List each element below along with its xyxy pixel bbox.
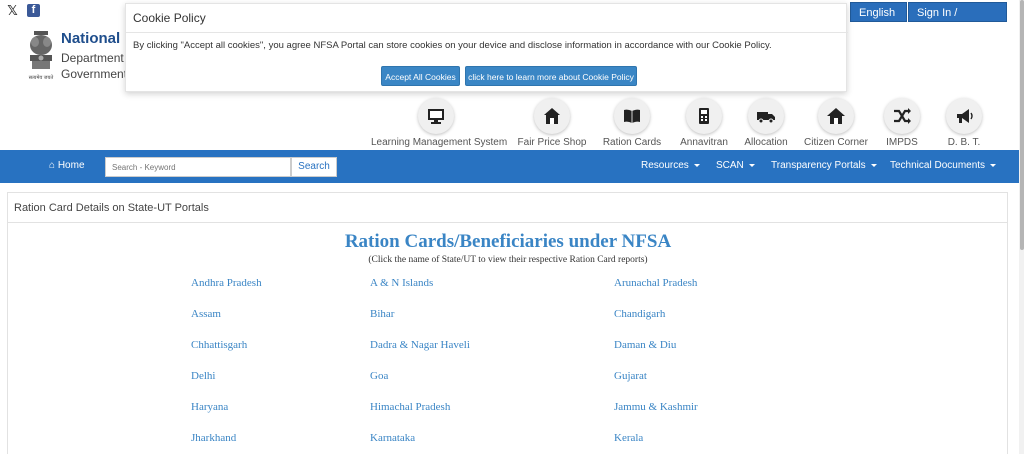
site-department: Department of Food & Public Distribution <box>61 51 125 65</box>
state-link[interactable]: Bihar <box>370 308 394 320</box>
home-link[interactable]: ⌂ Home <box>49 160 85 171</box>
nav-ration-cards[interactable]: Ration Cards <box>602 98 662 148</box>
state-link[interactable]: Kerala <box>614 432 643 444</box>
nav-annavitran[interactable]: Annavitran <box>676 98 732 148</box>
menu-resources[interactable]: Resources <box>641 160 700 171</box>
nav-label: Ration Cards <box>602 137 662 148</box>
state-link[interactable]: Arunachal Pradesh <box>614 277 697 289</box>
site-name: National Food Security Portal <box>61 30 125 47</box>
scrollbar-thumb[interactable] <box>1020 0 1024 250</box>
nav-label: Learning Management System <box>371 137 508 148</box>
nav-label: Allocation <box>744 137 788 148</box>
state-link[interactable]: Goa <box>370 370 388 382</box>
nav-citizen-corner[interactable]: Citizen Corner <box>804 98 868 148</box>
state-link[interactable]: Gujarat <box>614 370 647 382</box>
state-link[interactable]: Chandigarh <box>614 308 665 320</box>
national-emblem-icon: सत्यमेव जयते <box>29 31 54 81</box>
state-link[interactable]: Karnataka <box>370 432 415 444</box>
main-navbar: ⌂ Home Search Resources SCAN Transparenc… <box>0 150 1019 183</box>
house-icon <box>827 108 845 124</box>
cookie-text: By clicking "Accept all cookies", you ag… <box>133 40 772 51</box>
search-button[interactable]: Search <box>291 157 337 177</box>
accept-cookies-button[interactable]: Accept All Cookies <box>381 66 460 86</box>
state-link[interactable]: Andhra Pradesh <box>191 277 262 289</box>
icon-navigation: Learning Management System Fair Price Sh… <box>0 98 1024 150</box>
nav-label: D. B. T. <box>947 137 981 148</box>
menu-scan[interactable]: SCAN <box>716 160 755 171</box>
state-link[interactable]: A & N Islands <box>370 277 433 289</box>
truck-icon <box>757 112 775 124</box>
page-heading: Ration Card Details on State-UT Portals <box>14 202 209 214</box>
language-dropdown[interactable]: English <box>850 2 907 22</box>
shop-icon <box>544 108 560 124</box>
device-icon <box>699 108 709 124</box>
sign-in-register-dropdown[interactable]: Sign In / Register <box>908 2 1007 39</box>
social-links: 𝕏 f <box>6 4 40 17</box>
state-link[interactable]: Delhi <box>191 370 215 382</box>
menu-technical-documents[interactable]: Technical Documents <box>890 160 996 171</box>
nav-impds[interactable]: IMPDS <box>882 98 922 148</box>
nav-label: IMPDS <box>886 137 918 148</box>
state-link[interactable]: Chhattisgarh <box>191 339 247 351</box>
nav-label: Citizen Corner <box>804 137 868 148</box>
divider <box>126 32 848 33</box>
page-subtitle: (Click the name of State/UT to view thei… <box>368 255 648 265</box>
cookie-title: Cookie Policy <box>133 11 206 25</box>
monitor-icon <box>428 109 444 124</box>
state-link[interactable]: Jharkhand <box>191 432 236 444</box>
state-link[interactable]: Assam <box>191 308 221 320</box>
site-government: Government of India <box>61 67 125 81</box>
state-link[interactable]: Dadra & Nagar Haveli <box>370 339 470 351</box>
facebook-icon[interactable]: f <box>27 4 40 17</box>
emblem-caption: सत्यमेव जयते <box>29 74 54 81</box>
search-input[interactable] <box>105 157 291 177</box>
nav-dbt[interactable]: D. B. T. <box>944 98 984 148</box>
home-icon: ⌂ <box>49 160 58 171</box>
menu-transparency-portals[interactable]: Transparency Portals <box>771 160 877 171</box>
state-link[interactable]: Himachal Pradesh <box>370 401 450 413</box>
learn-more-cookie-button[interactable]: click here to learn more about Cookie Po… <box>465 66 637 86</box>
state-link[interactable]: Haryana <box>191 401 228 413</box>
nav-fair-price-shop[interactable]: Fair Price Shop <box>517 98 587 148</box>
nav-label: Fair Price Shop <box>517 137 587 148</box>
shuffle-icon <box>894 108 911 124</box>
nav-allocation[interactable]: Allocation <box>742 98 790 148</box>
state-link[interactable]: Daman & Diu <box>614 339 676 351</box>
megaphone-icon <box>957 109 973 123</box>
nav-label: Annavitran <box>680 137 728 148</box>
page-title: Ration Cards/Beneficiaries under NFSA <box>344 231 672 252</box>
book-icon <box>624 109 640 123</box>
state-link[interactable]: Jammu & Kashmir <box>614 401 698 413</box>
home-label: Home <box>57 160 85 171</box>
x-icon[interactable]: 𝕏 <box>6 4 19 17</box>
divider <box>7 222 1008 223</box>
cookie-policy-dialog: Cookie Policy By clicking "Accept all co… <box>125 3 848 92</box>
nav-learning-management-system[interactable]: Learning Management System <box>371 98 508 148</box>
